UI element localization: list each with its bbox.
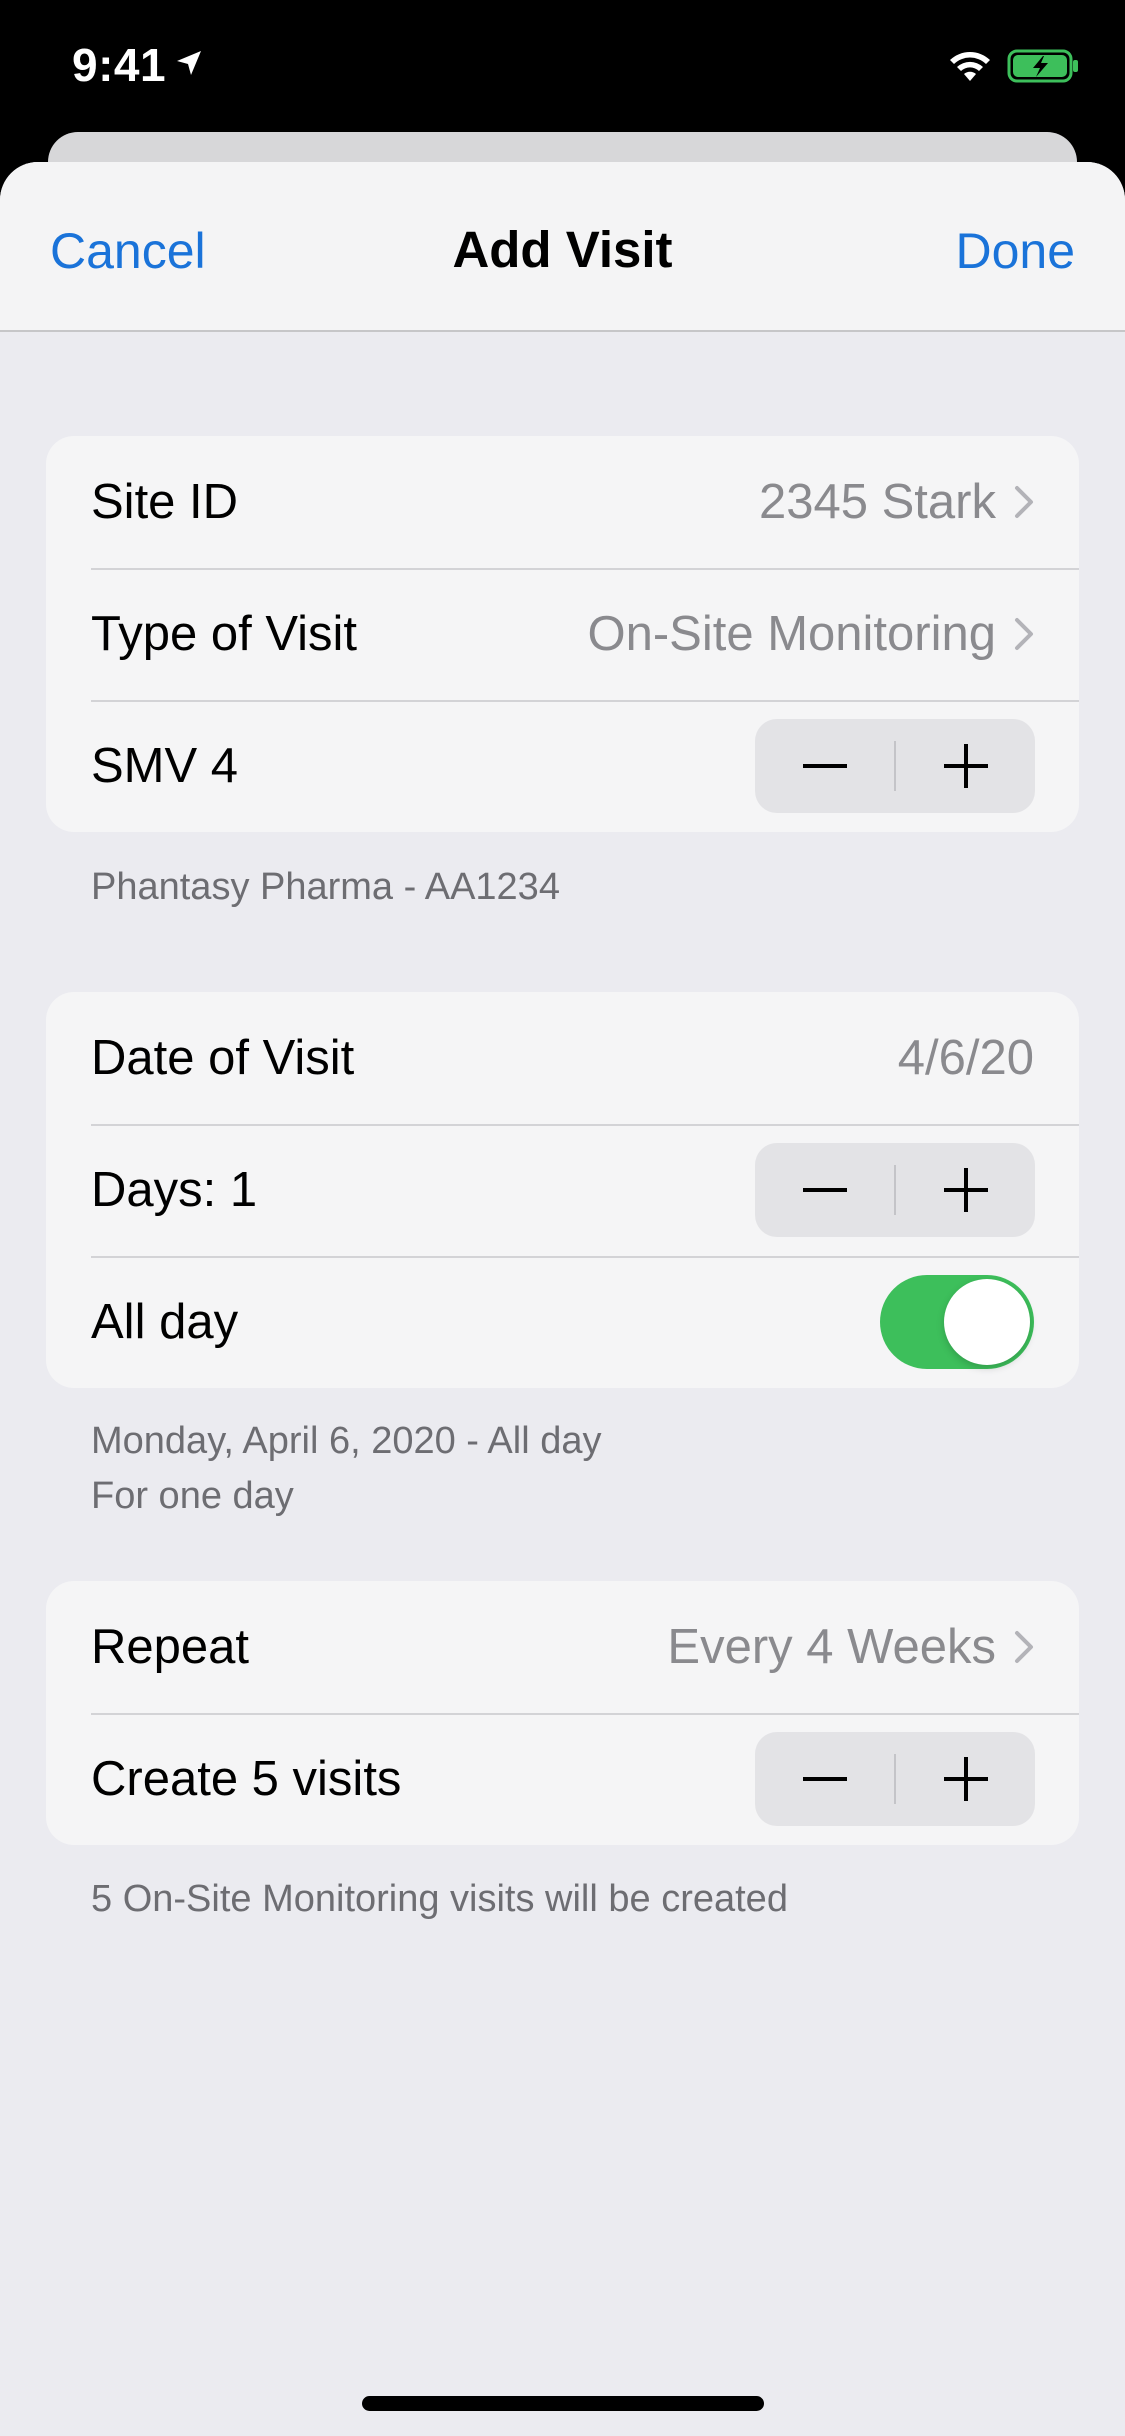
home-indicator[interactable] [362, 2396, 764, 2411]
chevron-right-icon [1014, 617, 1034, 651]
date-group: Date of Visit 4/6/20 Days: 1 All day [46, 992, 1079, 1388]
date-footer: Monday, April 6, 2020 - All day For one … [91, 1414, 601, 1524]
plus-icon [943, 1168, 988, 1212]
sponsor-footer: Phantasy Pharma - AA1234 [91, 866, 560, 908]
increment-button[interactable] [896, 719, 1035, 813]
create-visits-row: Create 5 visits [46, 1713, 1079, 1845]
status-time-group: 9:41 [72, 38, 204, 92]
date-row[interactable]: Date of Visit 4/6/20 [46, 992, 1079, 1124]
date-summary: Monday, April 6, 2020 - All day [91, 1420, 602, 1462]
status-bar: 9:41 [0, 0, 1125, 140]
repeat-value: Every 4 Weeks [667, 1620, 996, 1674]
all-day-label: All day [91, 1295, 239, 1349]
navigation-bar: Cancel Add Visit Done [0, 162, 1125, 332]
duration-summary: For one day [91, 1475, 294, 1517]
minus-icon [802, 1188, 847, 1192]
visit-type-row[interactable]: Type of Visit On-Site Monitoring [46, 568, 1079, 700]
visit-type-label: Type of Visit [91, 607, 358, 661]
status-time: 9:41 [72, 39, 167, 91]
minus-icon [802, 764, 847, 768]
increment-button[interactable] [896, 1732, 1035, 1826]
location-arrow-icon [174, 48, 204, 83]
visits-stepper[interactable] [755, 1732, 1035, 1826]
decrement-button[interactable] [755, 1732, 894, 1826]
add-visit-sheet: Cancel Add Visit Done Site ID 2345 Stark… [0, 162, 1125, 2436]
increment-button[interactable] [896, 1143, 1035, 1237]
wifi-icon [947, 49, 993, 88]
all-day-toggle[interactable] [880, 1275, 1034, 1369]
date-label: Date of Visit [91, 1031, 355, 1085]
site-id-value: 2345 Stark [759, 475, 996, 529]
minus-icon [802, 1777, 847, 1781]
done-button[interactable]: Done [955, 222, 1075, 280]
toggle-knob [944, 1279, 1030, 1365]
site-id-row[interactable]: Site ID 2345 Stark [46, 436, 1079, 568]
create-visits-label: Create 5 visits [91, 1752, 402, 1806]
battery-charging-icon [1007, 48, 1081, 89]
date-value: 4/6/20 [897, 1031, 1034, 1085]
days-row: Days: 1 [46, 1124, 1079, 1256]
days-stepper[interactable] [755, 1143, 1035, 1237]
smv-row: SMV 4 [46, 700, 1079, 832]
visit-type-value: On-Site Monitoring [587, 607, 996, 661]
visit-info-group: Site ID 2345 Stark Type of Visit On-Site… [46, 436, 1079, 832]
visits-footer: 5 On-Site Monitoring visits will be crea… [91, 1878, 788, 1920]
all-day-row: All day [46, 1256, 1079, 1388]
plus-icon [943, 744, 988, 788]
decrement-button[interactable] [755, 719, 894, 813]
plus-icon [943, 1757, 988, 1801]
repeat-group: Repeat Every 4 Weeks Create 5 visits [46, 1581, 1079, 1845]
repeat-row[interactable]: Repeat Every 4 Weeks [46, 1581, 1079, 1713]
site-id-label: Site ID [91, 475, 239, 529]
smv-label: SMV 4 [91, 739, 239, 793]
days-label: Days: 1 [91, 1163, 258, 1217]
status-icons [947, 48, 1081, 89]
chevron-right-icon [1014, 485, 1034, 519]
decrement-button[interactable] [755, 1143, 894, 1237]
chevron-right-icon [1014, 1630, 1034, 1664]
repeat-label: Repeat [91, 1620, 250, 1674]
smv-stepper[interactable] [755, 719, 1035, 813]
